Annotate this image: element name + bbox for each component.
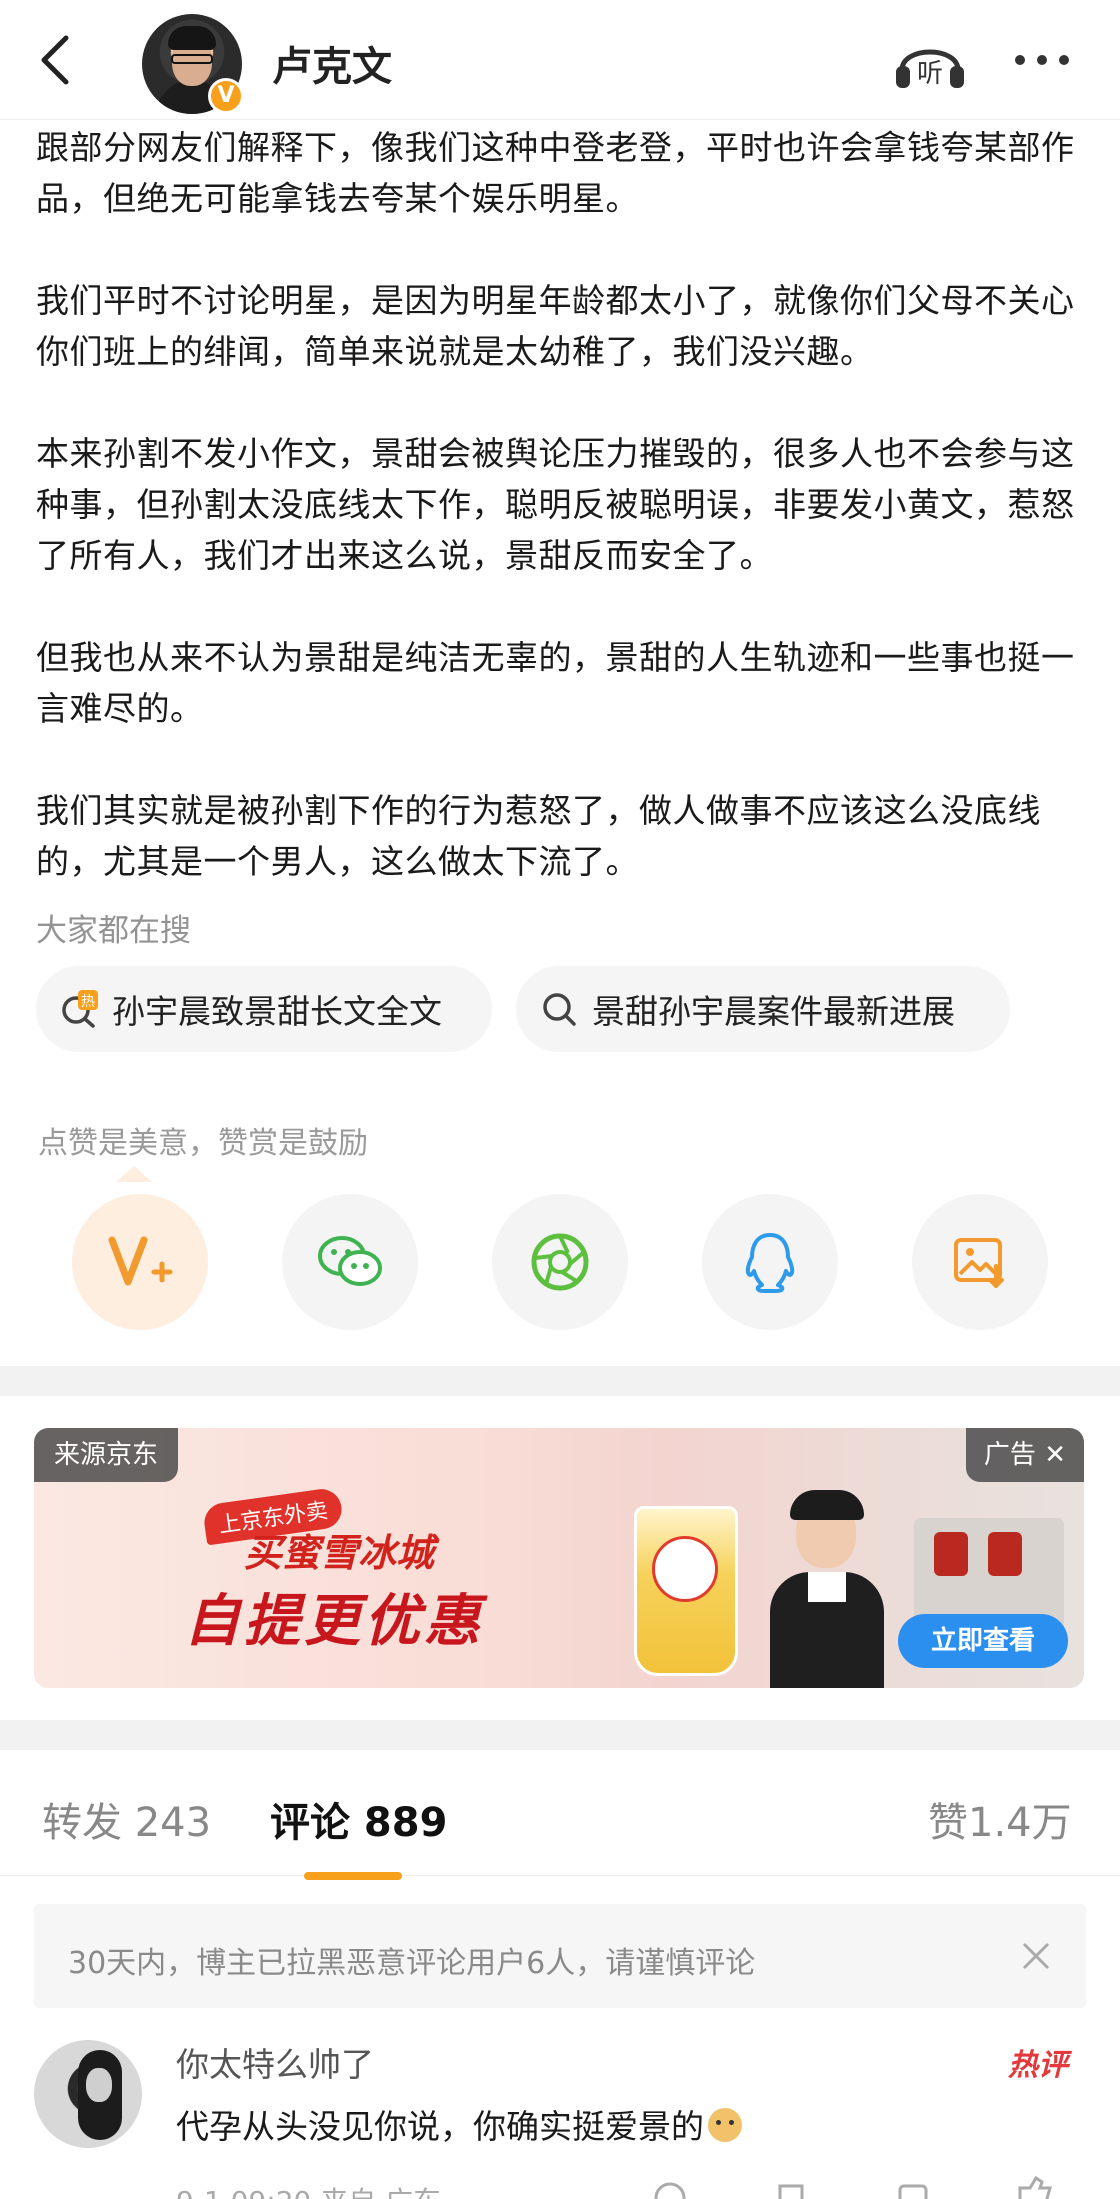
svg-text:听: 听 [917, 59, 943, 89]
ad-staff-image [752, 1480, 902, 1688]
section-divider [0, 1720, 1120, 1750]
post-paragraph: 但我也从来不认为景甜是纯洁无辜的，景甜的人生轨迹和一些事也挺一言难尽的。 [36, 638, 1075, 728]
ad-close-button[interactable]: 广告 ✕ [965, 1428, 1084, 1482]
reward-hint: 点赞是美意，赞赏是鼓励 [38, 1126, 368, 1161]
doge-emoji-icon [708, 2108, 742, 2142]
more-dots-icon[interactable] [1010, 40, 1074, 80]
notice-text: 30天内，博主已拉黑恶意评论用户6人，请谨慎评论 [68, 1946, 756, 1981]
comment-actions [650, 2175, 1090, 2199]
tab-comment[interactable]: 评论 889 [270, 1790, 447, 1848]
close-icon[interactable]: ✕ [1044, 1440, 1066, 1470]
post-paragraph: 我们其实就是被孙割下作的行为惹怒了，做人做事不应该这么没底线的，尤其是一个男人，… [36, 791, 1041, 881]
post-paragraph: 本来孙割不发小作文，景甜会被舆论压力摧毁的，很多人也不会参与这种事，但孙割太没底… [36, 434, 1075, 575]
block-notice: 30天内，博主已拉黑恶意评论用户6人，请谨慎评论 [34, 1904, 1086, 2008]
ad-subheadline: 自提更优惠 [184, 1588, 484, 1654]
post-body: 跟部分网友们解释下，像我们这种中登老登，平时也许会拿钱夸某部作品，但绝无可能拿钱… [36, 122, 1096, 938]
commenter-avatar[interactable] [34, 2040, 142, 2148]
tab-like[interactable]: 赞1.4万 [928, 1790, 1072, 1848]
commenter-name[interactable]: 你太特么帅了 [176, 2038, 374, 2086]
author-name[interactable]: 卢克文 [272, 34, 392, 92]
moments-icon[interactable] [492, 1194, 628, 1330]
back-arrow-icon[interactable] [30, 28, 80, 92]
comment-body: 代孕从头没见你说，你确实挺爱景的 [176, 2107, 704, 2146]
interaction-tabs: 转发 243 评论 889 赞1.4万 [0, 1748, 1120, 1880]
search-chip-label: 景甜孙宇晨案件最新进展 [592, 992, 955, 1031]
wechat-icon[interactable] [282, 1194, 418, 1330]
verified-badge-icon: V [208, 78, 244, 114]
active-tab-indicator [304, 1872, 402, 1880]
post-paragraph: 我们平时不讨论明星，是因为明星年龄都太小了，就像你们父母不关心你们班上的绯闻，简… [36, 281, 1075, 371]
svg-text:热: 热 [81, 994, 95, 1010]
save-image-icon[interactable] [912, 1194, 1048, 1330]
hot-search-icon: 热 [60, 990, 98, 1028]
close-icon[interactable] [1016, 1936, 1056, 1976]
qq-icon[interactable] [702, 1194, 838, 1330]
search-chip[interactable]: 景甜孙宇晨案件最新进展 [516, 966, 1010, 1052]
ad-source-label: 来源京东 [34, 1428, 179, 1482]
hot-comment-badge: 热评 [1008, 2048, 1068, 2083]
tab-repost[interactable]: 转发 243 [42, 1790, 211, 1848]
ad-banner[interactable]: 来源京东 广告 ✕ 上京东外卖 买蜜雪冰城 自提更优惠 立即查看 [34, 1428, 1084, 1688]
v-plus-icon[interactable] [72, 1194, 208, 1330]
ad-shop-counter [914, 1518, 1064, 1628]
reward-pointer [116, 1166, 152, 1182]
comment-text: 代孕从头没见你说，你确实挺爱景的 [176, 2100, 742, 2148]
section-divider [0, 1366, 1120, 1396]
trending-search-title: 大家都在搜 [36, 913, 191, 949]
comment-meta: 9-1 09:20 来自 广东 [176, 2180, 441, 2199]
ad-label-text: 广告 [983, 1440, 1036, 1470]
author-avatar[interactable]: V [142, 14, 244, 116]
search-icon [540, 990, 578, 1028]
ad-cta-button[interactable]: 立即查看 [898, 1614, 1068, 1668]
ad-headline: 买蜜雪冰城 [244, 1530, 435, 1575]
search-chip-hot[interactable]: 热 孙宇晨致景甜长文全文 [36, 966, 492, 1052]
search-chip-label: 孙宇晨致景甜长文全文 [112, 992, 442, 1031]
top-bar: V 卢克文 听 [0, 0, 1120, 120]
ad-mascot-icon [652, 1536, 718, 1602]
listen-headphones-icon[interactable]: 听 [890, 30, 970, 94]
post-paragraph: 跟部分网友们解释下，像我们这种中登老登，平时也许会拿钱夸某部作品，但绝无可能拿钱… [36, 128, 1075, 218]
